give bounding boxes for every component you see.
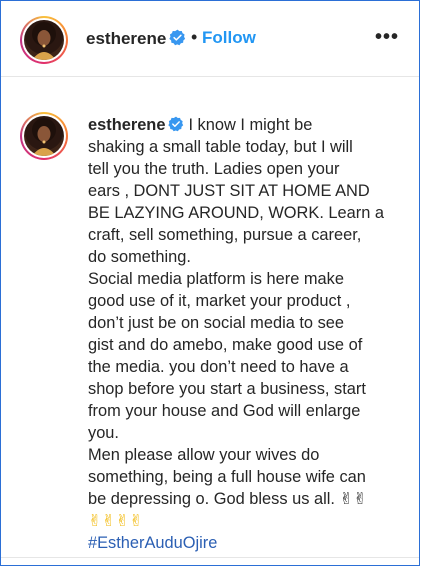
more-options-icon[interactable]: ••• <box>375 27 399 47</box>
caption-line: the media. you don’t need to have a <box>88 358 349 376</box>
hashtag-link[interactable]: #EstherAuduOjire <box>88 534 217 552</box>
caption-line: BE LAZYING AROUND, WORK. Learn a <box>88 204 385 222</box>
header-avatar[interactable] <box>20 16 68 64</box>
caption-line: craft, sell something, pursue a career, <box>88 226 362 244</box>
caption-line: good use of it, market your product , <box>88 292 351 310</box>
caption-line: shop before you start a business, start <box>88 380 366 398</box>
caption-line: Social media platform is here make <box>88 270 344 288</box>
header-username[interactable]: estherene <box>86 29 166 49</box>
victory-hand-emoji: ✌✌✌✌ <box>88 512 143 530</box>
verified-badge-icon <box>168 116 184 132</box>
caption-username[interactable]: estherene <box>88 116 165 134</box>
post-header: estherene • Follow ••• <box>1 1 419 77</box>
divider <box>1 557 419 558</box>
caption-line: ears , DONT JUST SIT AT HOME AND <box>88 182 370 200</box>
caption-line: something, being a full house wife can <box>88 468 366 486</box>
caption-line: don’t just be on social media to see <box>88 314 345 332</box>
post-caption: estherene I know I might be shaking a sma… <box>88 114 400 554</box>
caption-line: from your house and God will enlarge <box>88 402 361 420</box>
header-separator: • <box>191 27 198 47</box>
instagram-post-frame: estherene • Follow ••• estherene I know I <box>0 0 420 566</box>
caption-line: Men please allow your wives do <box>88 446 320 464</box>
caption-line: gist and do amebo, make good use of <box>88 336 363 354</box>
follow-button[interactable]: Follow <box>202 28 256 48</box>
caption-line: do something. <box>88 248 191 266</box>
caption-line: shaking a small table today, but I will <box>88 138 353 156</box>
verified-badge-icon <box>169 29 186 48</box>
caption-avatar[interactable] <box>20 112 68 160</box>
caption-line: tell you the truth. Ladies open your <box>88 160 340 178</box>
caption-line: you. <box>88 424 119 442</box>
caption-line: be depressing o. God bless us all. ✌✌ <box>88 490 367 508</box>
caption-line: I know I might be <box>188 116 313 134</box>
